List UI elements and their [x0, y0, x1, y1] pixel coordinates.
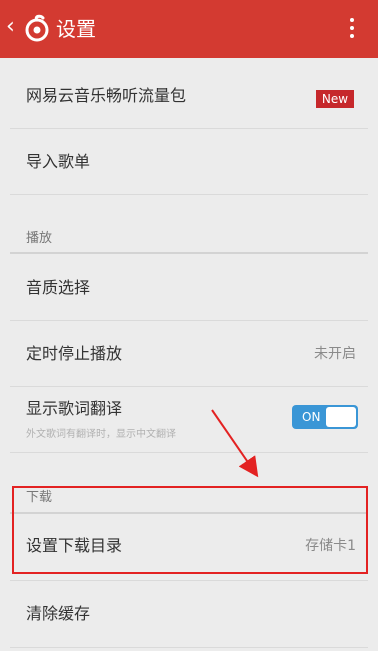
annotation-arrow [211, 409, 259, 478]
